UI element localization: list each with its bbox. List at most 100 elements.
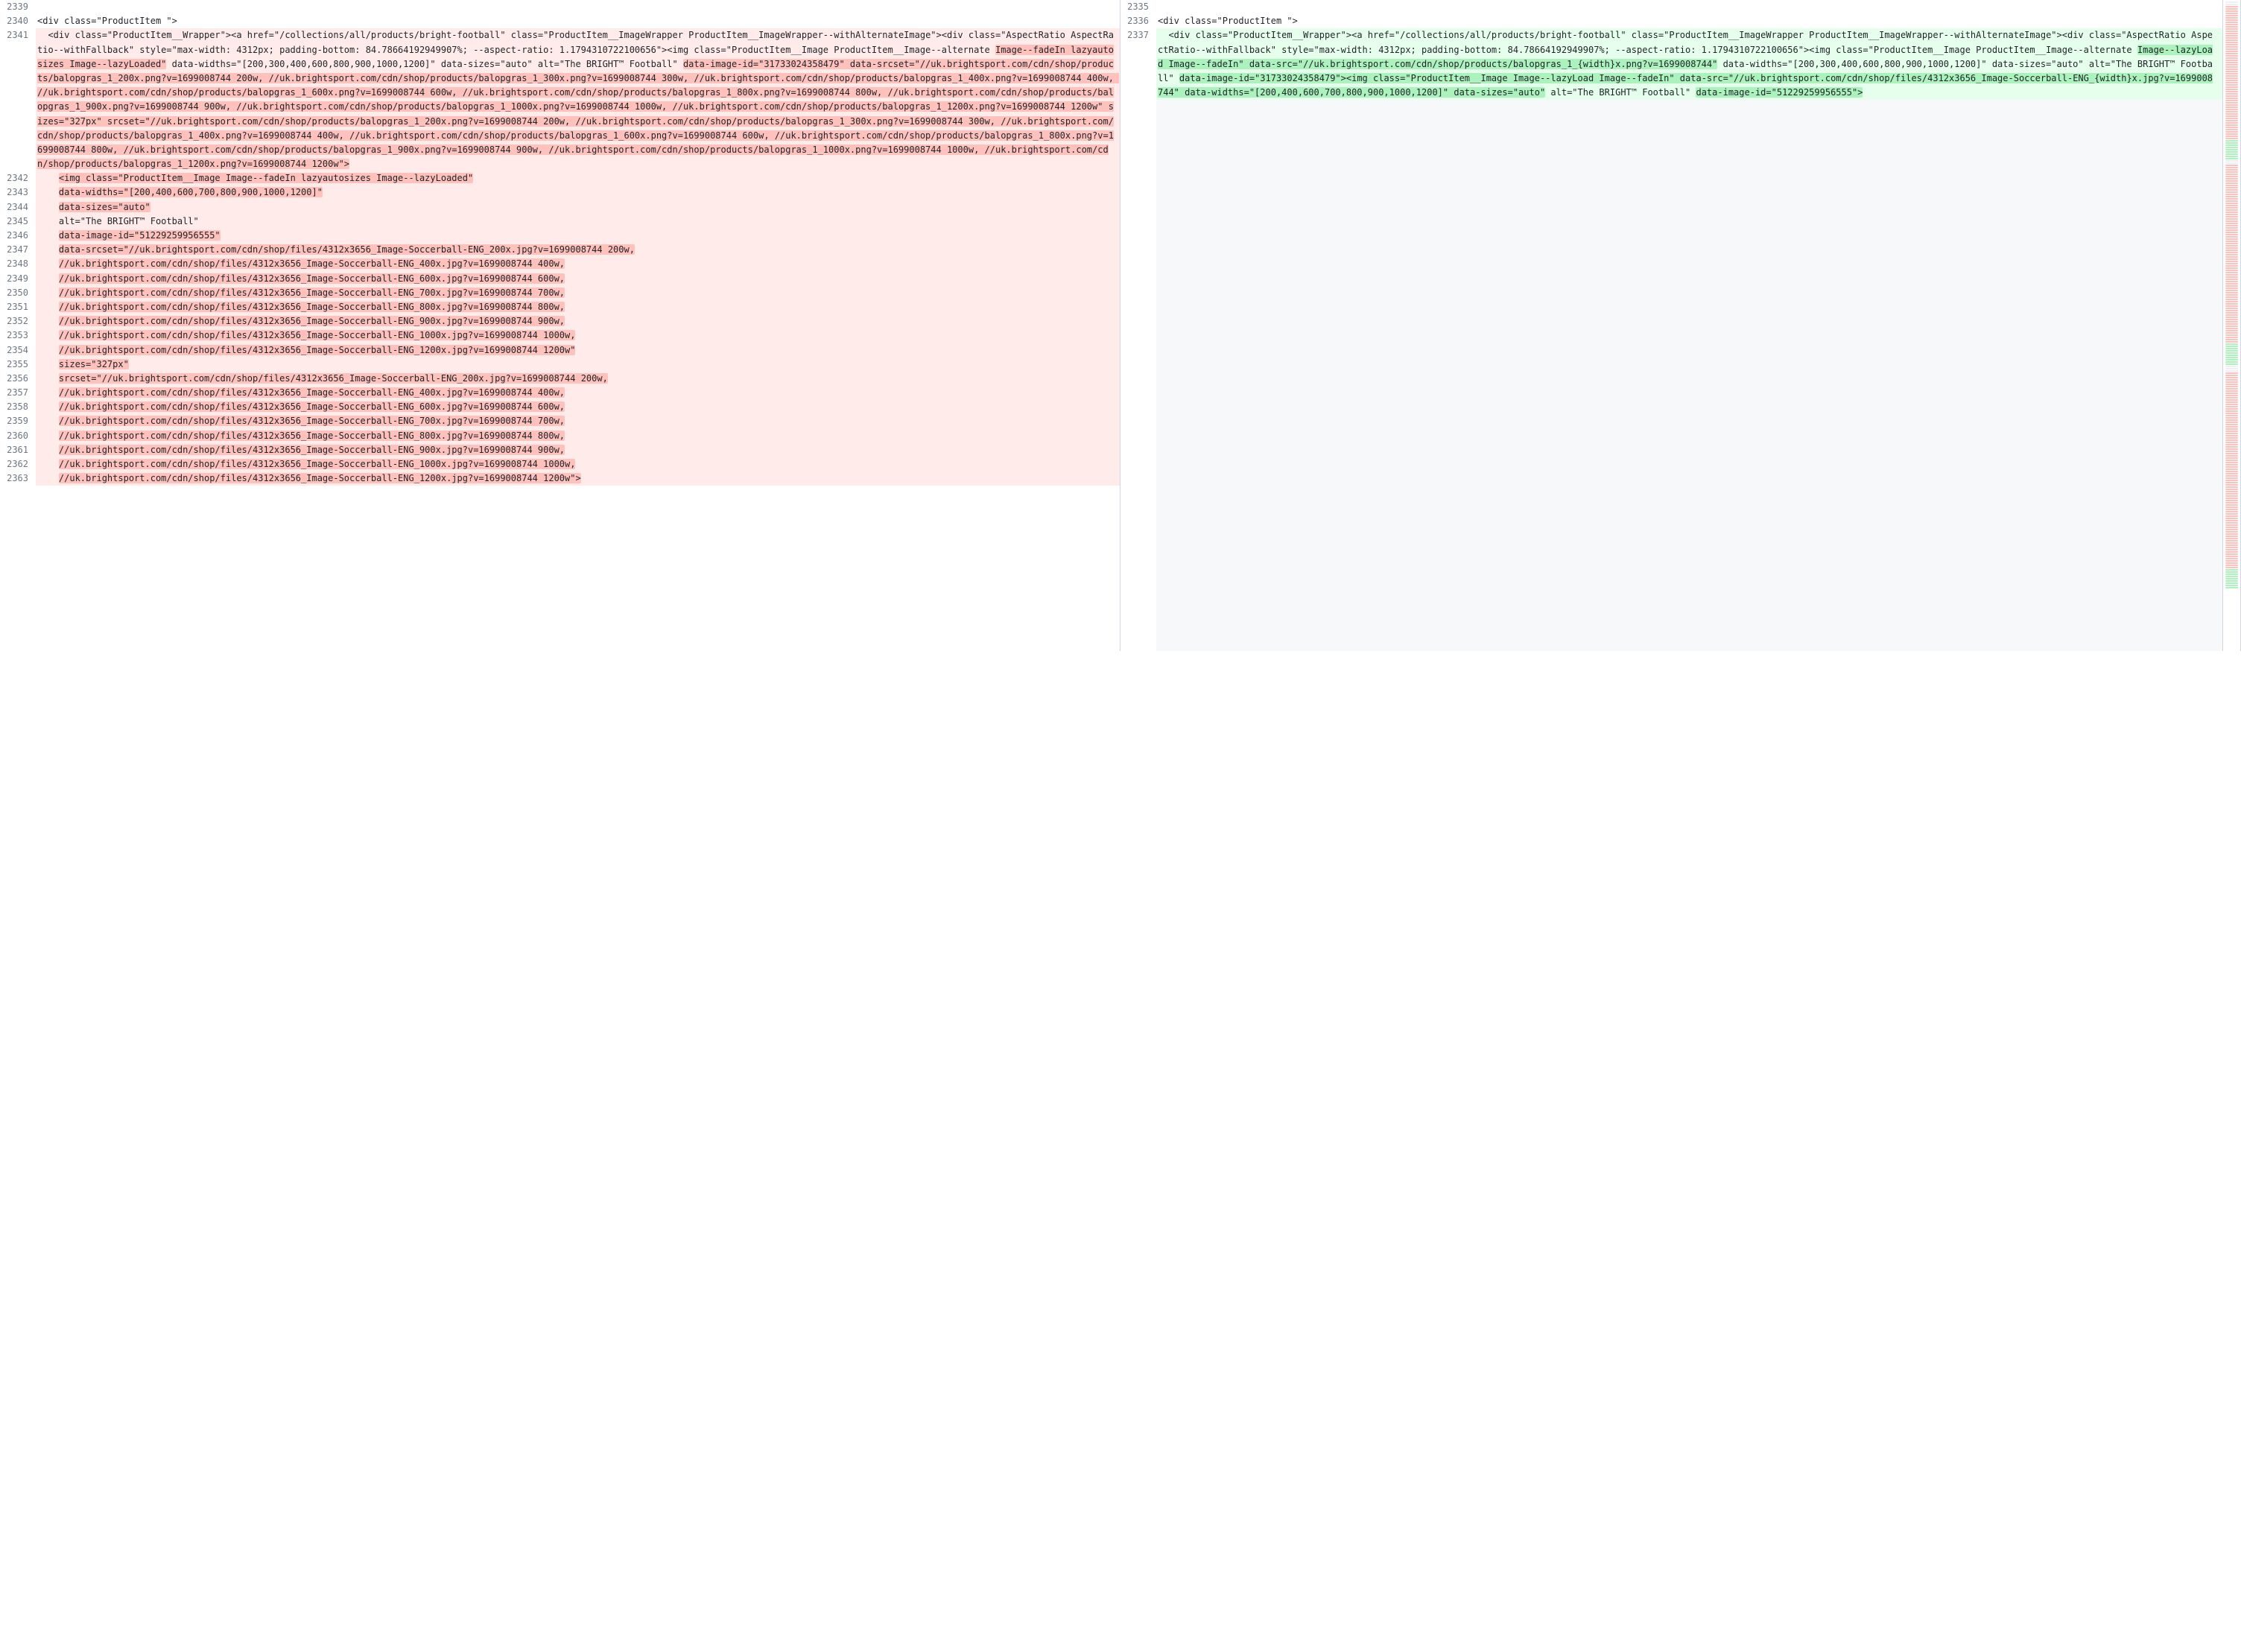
diff-row[interactable]: 2360 //uk.brightsport.com/cdn/shop/files… (0, 429, 1120, 443)
minimap-line (2225, 533, 2238, 535)
diff-row[interactable]: 2346 data-image-id="51229259956555" (0, 229, 1120, 243)
diff-row[interactable]: 2349 //uk.brightsport.com/cdn/shop/files… (0, 272, 1120, 286)
code-content[interactable]: <div class="ProductItem "> (36, 14, 1120, 28)
minimap-line (2225, 216, 2238, 217)
minimap-line (2225, 194, 2238, 195)
minimap-line (2225, 209, 2238, 211)
minimap-line (2225, 513, 2238, 515)
minimap-scrollbar[interactable] (2222, 0, 2240, 651)
code-content[interactable]: //uk.brightsport.com/cdn/shop/files/4312… (36, 300, 1120, 314)
diff-row[interactable]: 2358 //uk.brightsport.com/cdn/shop/files… (0, 400, 1120, 414)
minimap-line (2225, 491, 2238, 492)
diff-row[interactable]: 2357 //uk.brightsport.com/cdn/shop/files… (0, 386, 1120, 400)
code-content[interactable]: data-sizes="auto" (36, 200, 1120, 215)
diff-row[interactable]: 2348 //uk.brightsport.com/cdn/shop/files… (0, 257, 1120, 271)
diff-right-pane[interactable]: 23352336<div class="ProductItem ">2337 <… (1120, 0, 2222, 651)
minimap-line (2225, 124, 2238, 126)
minimap-line (2225, 363, 2238, 365)
minimap-line (2225, 585, 2238, 586)
minimap-line (2225, 500, 2238, 501)
diff-left-pane[interactable]: 23392340<div class="ProductItem ">2341 <… (0, 0, 1120, 651)
code-content[interactable]: //uk.brightsport.com/cdn/shop/files/4312… (36, 272, 1120, 286)
line-number: 2355 (0, 358, 36, 372)
minimap-line (2225, 107, 2238, 108)
minimap-line (2225, 390, 2238, 392)
diff-row[interactable]: 2340<div class="ProductItem "> (0, 14, 1120, 28)
diff-row[interactable]: 2362 //uk.brightsport.com/cdn/shop/files… (0, 457, 1120, 471)
diff-row[interactable]: 2353 //uk.brightsport.com/cdn/shop/files… (0, 328, 1120, 343)
minimap-line (2225, 86, 2238, 88)
minimap-line (2225, 53, 2238, 54)
minimap-line (2225, 437, 2238, 439)
diff-row[interactable]: 2335 (1120, 0, 2222, 14)
minimap-line (2225, 406, 2238, 407)
code-content[interactable]: //uk.brightsport.com/cdn/shop/files/4312… (36, 286, 1120, 300)
code-content[interactable]: //uk.brightsport.com/cdn/shop/files/4312… (36, 343, 1120, 358)
minimap-line (2225, 176, 2238, 177)
line-number: 2359 (0, 414, 36, 428)
code-content[interactable]: //uk.brightsport.com/cdn/shop/files/4312… (36, 328, 1120, 343)
minimap-line (2225, 520, 2238, 521)
code-content[interactable]: //uk.brightsport.com/cdn/shop/files/4312… (36, 471, 1120, 486)
diff-row[interactable]: 2350 //uk.brightsport.com/cdn/shop/files… (0, 286, 1120, 300)
minimap-line (2225, 410, 2238, 412)
diff-row[interactable]: 2336<div class="ProductItem "> (1120, 14, 2222, 28)
code-content[interactable]: //uk.brightsport.com/cdn/shop/files/4312… (36, 457, 1120, 471)
minimap-line (2225, 475, 2238, 477)
minimap-line (2225, 493, 2238, 495)
diff-row[interactable]: 2351 //uk.brightsport.com/cdn/shop/files… (0, 300, 1120, 314)
minimap-line (2225, 33, 2238, 34)
code-content[interactable]: data-image-id="51229259956555" (36, 229, 1120, 243)
code-content[interactable]: sizes="327px" (36, 358, 1120, 372)
diff-row[interactable]: 2347 data-srcset="//uk.brightsport.com/c… (0, 243, 1120, 257)
code-content[interactable]: <div class="ProductItem__Wrapper"><a hre… (1156, 28, 2222, 100)
code-content[interactable]: //uk.brightsport.com/cdn/shop/files/4312… (36, 386, 1120, 400)
diff-row[interactable]: 2359 //uk.brightsport.com/cdn/shop/files… (0, 414, 1120, 428)
line-number: 2362 (0, 457, 36, 471)
code-content[interactable]: //uk.brightsport.com/cdn/shop/files/4312… (36, 314, 1120, 328)
minimap-line (2225, 93, 2238, 95)
minimap-line (2225, 196, 2238, 197)
diff-row[interactable]: 2339 (0, 0, 1120, 14)
minimap-line (2225, 10, 2238, 12)
minimap-line (2225, 379, 2238, 381)
diff-row[interactable]: 2352 //uk.brightsport.com/cdn/shop/files… (0, 314, 1120, 328)
minimap-line (2225, 448, 2238, 450)
minimap-line (2225, 8, 2238, 10)
diff-row[interactable]: 2363 //uk.brightsport.com/cdn/shop/files… (0, 471, 1120, 486)
diff-row[interactable]: 2356 srcset="//uk.brightsport.com/cdn/sh… (0, 372, 1120, 386)
code-content[interactable]: <div class="ProductItem__Wrapper"><a hre… (36, 28, 1120, 171)
diff-row[interactable]: 2354 //uk.brightsport.com/cdn/shop/files… (0, 343, 1120, 358)
diff-row[interactable]: 2337 <div class="ProductItem__Wrapper"><… (1120, 28, 2222, 100)
code-content[interactable]: //uk.brightsport.com/cdn/shop/files/4312… (36, 257, 1120, 271)
diff-row[interactable]: 2343 data-widths="[200,400,600,700,800,9… (0, 185, 1120, 200)
code-content[interactable]: data-widths="[200,400,600,700,800,900,10… (36, 185, 1120, 200)
diff-row[interactable]: 2342 <img class="ProductItem__Image Imag… (0, 171, 1120, 185)
line-number: 2343 (0, 185, 36, 200)
code-content[interactable]: data-srcset="//uk.brightsport.com/cdn/sh… (36, 243, 1120, 257)
diff-row[interactable]: 2355 sizes="327px" (0, 358, 1120, 372)
minimap-line (2225, 31, 2238, 32)
code-content[interactable]: //uk.brightsport.com/cdn/shop/files/4312… (36, 429, 1120, 443)
code-content[interactable]: //uk.brightsport.com/cdn/shop/files/4312… (36, 443, 1120, 457)
diff-row[interactable]: 2344 data-sizes="auto" (0, 200, 1120, 215)
code-content[interactable]: <img class="ProductItem__Image Image--fa… (36, 171, 1120, 185)
code-content[interactable]: //uk.brightsport.com/cdn/shop/files/4312… (36, 400, 1120, 414)
minimap-line (2225, 60, 2238, 61)
minimap-line (2225, 350, 2238, 352)
diff-row[interactable]: 2361 //uk.brightsport.com/cdn/shop/files… (0, 443, 1120, 457)
diff-row[interactable]: 2341 <div class="ProductItem__Wrapper"><… (0, 28, 1120, 171)
code-content[interactable]: //uk.brightsport.com/cdn/shop/files/4312… (36, 414, 1120, 428)
minimap-line (2225, 439, 2238, 441)
code-content[interactable]: alt="The BRIGHT™ Football" (36, 215, 1120, 229)
minimap-line (2225, 165, 2238, 166)
code-content[interactable]: <div class="ProductItem "> (1156, 14, 2222, 28)
minimap-line (2225, 236, 2238, 238)
minimap-line (2225, 185, 2238, 186)
minimap-line (2225, 529, 2238, 530)
minimap-line (2225, 44, 2238, 45)
minimap-line (2225, 98, 2238, 99)
minimap-line (2225, 565, 2238, 566)
diff-row[interactable]: 2345 alt="The BRIGHT™ Football" (0, 215, 1120, 229)
code-content[interactable]: srcset="//uk.brightsport.com/cdn/shop/fi… (36, 372, 1120, 386)
